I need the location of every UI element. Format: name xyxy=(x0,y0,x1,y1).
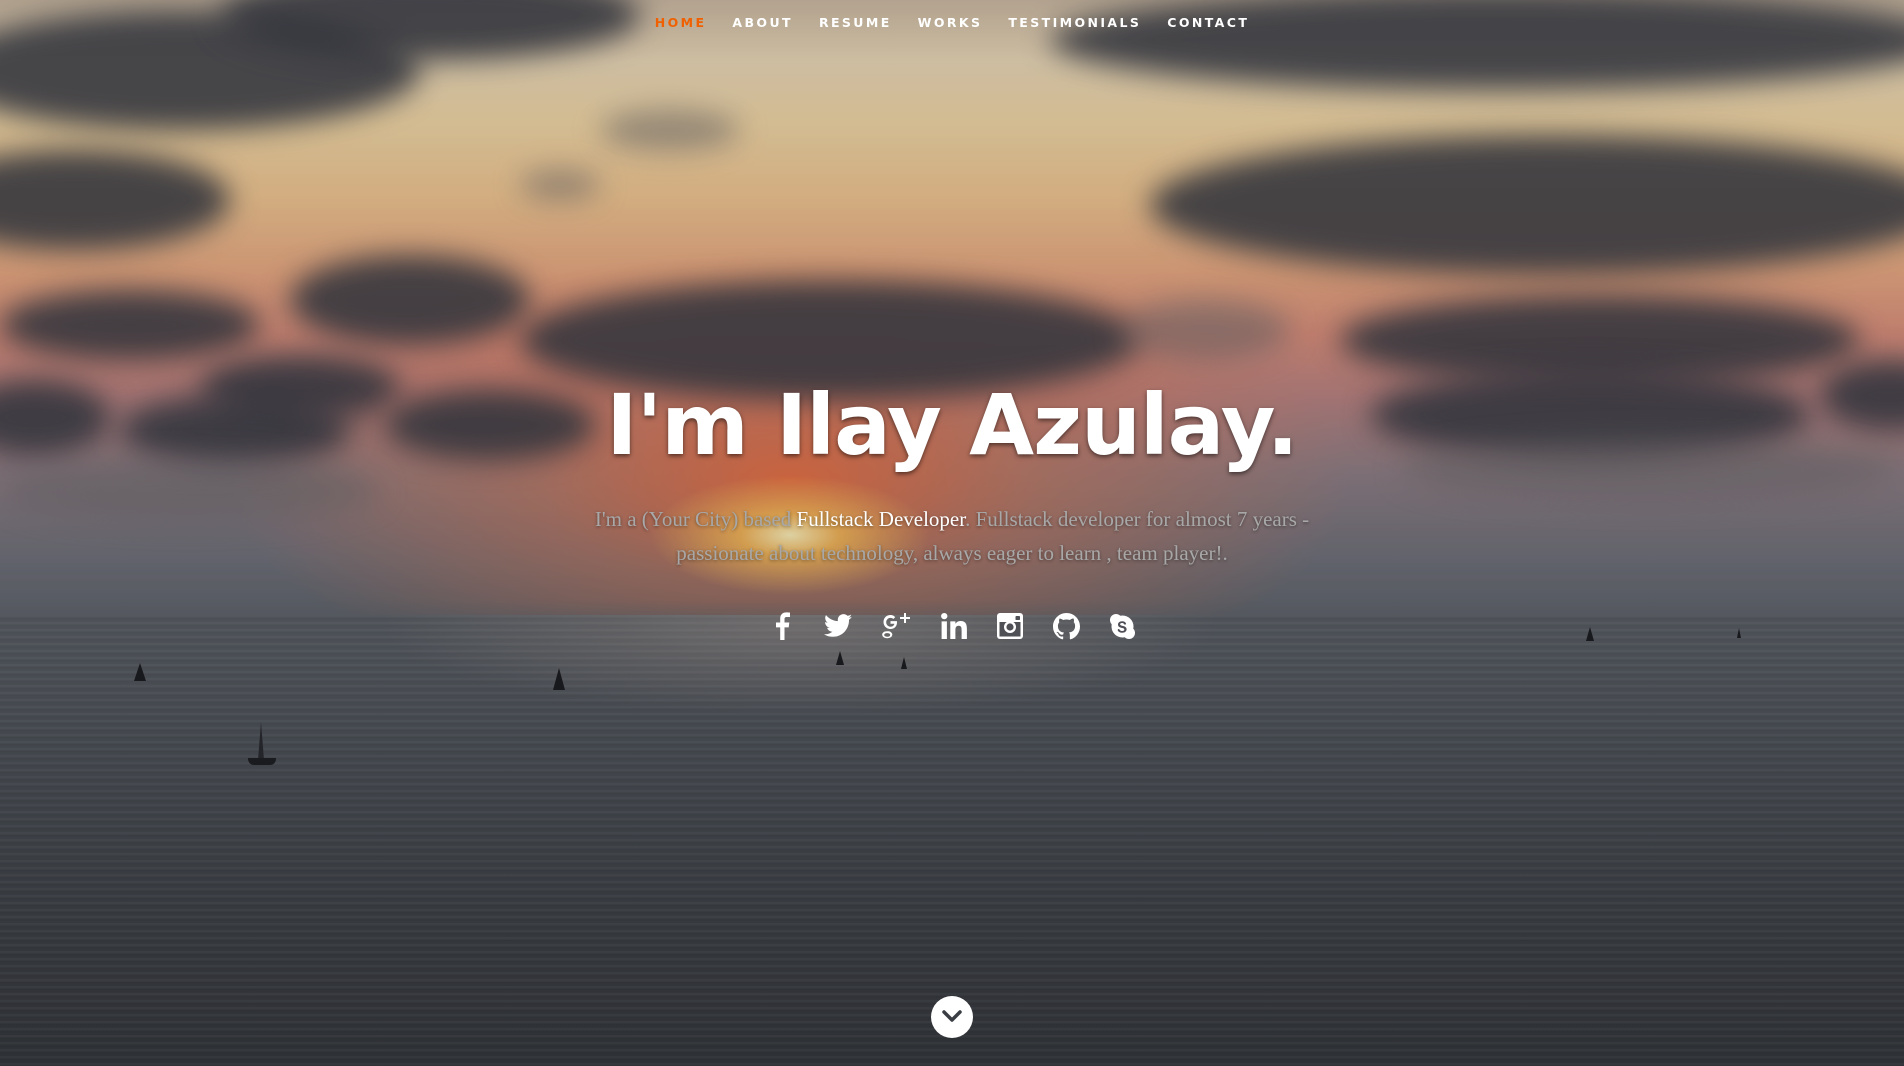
nav-contact[interactable]: CONTACT xyxy=(1167,12,1249,34)
main-nav: HOME ABOUT RESUME WORKS TESTIMONIALS CON… xyxy=(0,12,1904,34)
instagram-icon[interactable] xyxy=(995,610,1025,642)
github-icon[interactable] xyxy=(1051,610,1081,642)
social-links xyxy=(0,610,1904,642)
facebook-icon[interactable] xyxy=(767,610,797,642)
bio-intro: I'm a (Your City) based xyxy=(594,507,797,531)
chevron-down-icon xyxy=(942,1010,962,1022)
scroll-down-button[interactable] xyxy=(931,996,973,1038)
linkedin-icon[interactable] xyxy=(939,610,969,642)
hero-banner: I'm Ilay Azulay. I'm a (Your City) based… xyxy=(0,370,1904,642)
google-plus-icon[interactable] xyxy=(879,610,913,642)
nav-home[interactable]: HOME xyxy=(655,12,707,34)
bio-role: Fullstack Developer xyxy=(796,507,966,531)
nav-about[interactable]: ABOUT xyxy=(732,12,793,34)
twitter-icon[interactable] xyxy=(823,610,853,642)
skype-icon[interactable] xyxy=(1107,610,1137,642)
hero-bio: I'm a (Your City) based Fullstack Develo… xyxy=(592,502,1312,570)
hero-title: I'm Ilay Azulay. xyxy=(606,376,1298,474)
nav-works[interactable]: WORKS xyxy=(918,12,983,34)
nav-resume[interactable]: RESUME xyxy=(819,12,892,34)
nav-testimonials[interactable]: TESTIMONIALS xyxy=(1008,12,1141,34)
